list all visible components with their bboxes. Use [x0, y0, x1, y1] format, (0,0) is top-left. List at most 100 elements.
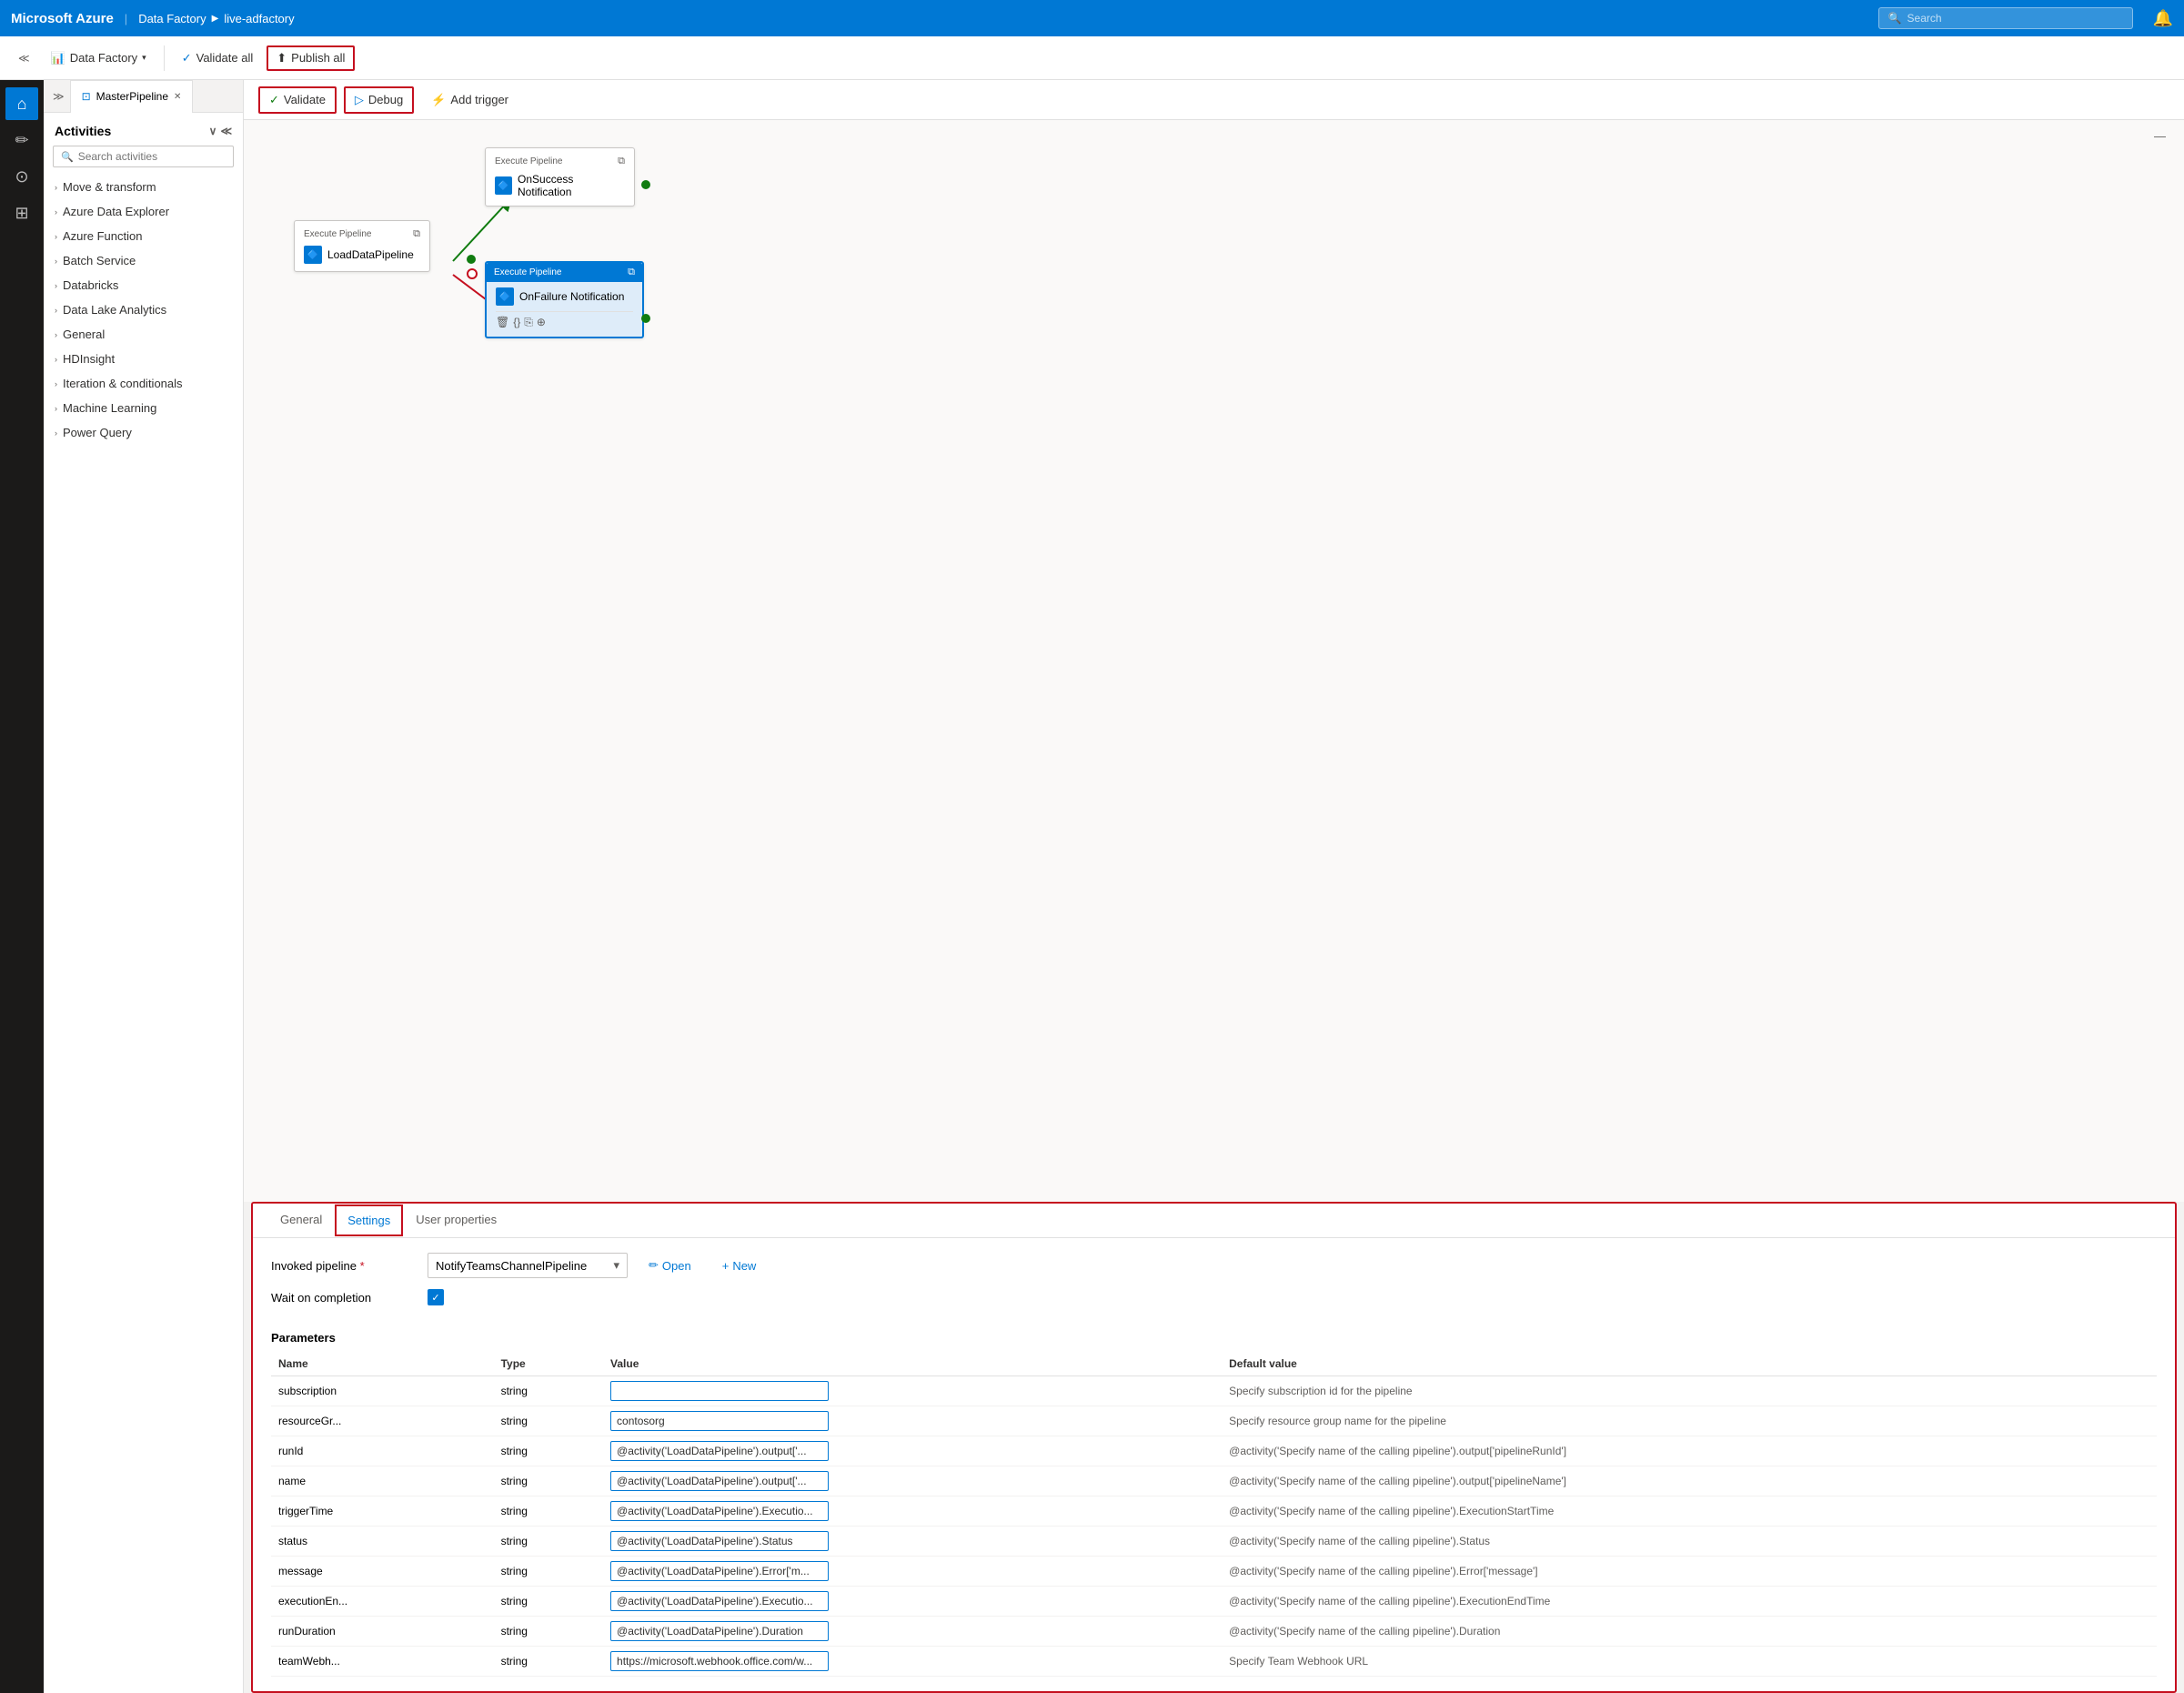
param-value-cell	[603, 1617, 1222, 1647]
param-value-input[interactable]	[610, 1381, 829, 1401]
param-value-cell	[603, 1376, 1222, 1406]
on-success-node[interactable]: Execute Pipeline ⧉ 🔷 OnSuccess Notificat…	[485, 147, 635, 207]
activity-group-azure-function[interactable]: ›Azure Function	[44, 224, 243, 248]
tab-user-properties[interactable]: User properties	[403, 1204, 509, 1237]
group-chevron-icon: ›	[55, 232, 57, 241]
activities-collapse2-icon[interactable]: ≪	[220, 125, 232, 137]
param-value-cell	[603, 1436, 1222, 1466]
bottom-panel: General Settings User properties Invoked…	[251, 1202, 2177, 1693]
validate-label: Validate	[284, 93, 326, 106]
param-default: Specify Team Webhook URL	[1222, 1647, 2157, 1677]
table-row: message string @activity('Specify name o…	[271, 1557, 2157, 1587]
add-trigger-button[interactable]: ⚡ Add trigger	[421, 87, 518, 113]
close-tab-icon[interactable]: ✕	[174, 92, 181, 102]
param-value-cell	[603, 1496, 1222, 1527]
global-search[interactable]: 🔍	[1878, 7, 2133, 29]
activity-group-move-&-transform[interactable]: ›Move & transform	[44, 175, 243, 199]
param-type: string	[494, 1436, 603, 1466]
group-chevron-icon: ›	[55, 207, 57, 217]
load-data-pipeline-node[interactable]: Execute Pipeline ⧉ 🔷 LoadDataPipeline	[294, 220, 430, 272]
param-value-input[interactable]	[610, 1501, 829, 1521]
data-factory-button[interactable]: 📊 Data Factory ▾	[41, 45, 156, 71]
activity-group-databricks[interactable]: ›Databricks	[44, 273, 243, 297]
col-type-header: Type	[494, 1352, 603, 1376]
sidebar-edit-icon[interactable]: ✏	[5, 124, 38, 156]
on-failure-node[interactable]: Execute Pipeline ⧉ 🔷 OnFailure Notificat…	[485, 261, 644, 338]
param-value-input[interactable]	[610, 1561, 829, 1581]
param-value-input[interactable]	[610, 1531, 829, 1551]
param-type: string	[494, 1406, 603, 1436]
node3-name: OnFailure Notification	[519, 290, 624, 303]
tab-user-properties-label: User properties	[416, 1213, 497, 1226]
param-name: runId	[271, 1436, 494, 1466]
group-label: Batch Service	[63, 254, 136, 267]
activities-search-input[interactable]	[78, 150, 226, 163]
node3-external-icon[interactable]: ⧉	[628, 267, 635, 278]
param-name: subscription	[271, 1376, 494, 1406]
activity-group-batch-service[interactable]: ›Batch Service	[44, 248, 243, 273]
activity-group-azure-data-explorer[interactable]: ›Azure Data Explorer	[44, 199, 243, 224]
wait-completion-checkbox[interactable]: ✓	[428, 1289, 444, 1305]
param-type: string	[494, 1587, 603, 1617]
param-value-cell	[603, 1587, 1222, 1617]
param-default: @activity('Specify name of the calling p…	[1222, 1527, 2157, 1557]
bottom-tabs: General Settings User properties	[253, 1204, 2175, 1238]
group-chevron-icon: ›	[55, 330, 57, 339]
invoked-pipeline-select[interactable]: NotifyTeamsChannelPipeline ▾	[428, 1253, 628, 1278]
param-value-input[interactable]	[610, 1591, 829, 1611]
chevron-down-icon: ▾	[613, 1258, 619, 1273]
sidebar-manage-icon[interactable]: ⊞	[5, 197, 38, 229]
new-label: New	[732, 1259, 756, 1273]
expand-tabs-icon[interactable]: ≫	[47, 90, 70, 103]
param-value-input[interactable]	[610, 1621, 829, 1641]
open-pipeline-button[interactable]: ✏ Open	[639, 1253, 701, 1278]
param-name: executionEn...	[271, 1587, 494, 1617]
node3-delete-icon[interactable]: 🗑	[496, 316, 509, 329]
table-row: triggerTime string @activity('Specify na…	[271, 1496, 2157, 1527]
sidebar-home-icon[interactable]: ⌂	[5, 87, 38, 120]
activity-group-machine-learning[interactable]: ›Machine Learning	[44, 396, 243, 420]
node1-header-label: Execute Pipeline	[304, 229, 372, 239]
sidebar-monitor-icon[interactable]: ⊙	[5, 160, 38, 193]
activity-group-power-query[interactable]: ›Power Query	[44, 420, 243, 445]
search-input[interactable]	[1907, 12, 2123, 25]
open-label: Open	[662, 1259, 691, 1273]
node3-add-icon[interactable]: ⊕	[537, 316, 546, 329]
node3-right-indicator	[641, 314, 650, 323]
validate-button[interactable]: ✓ Validate	[258, 86, 337, 114]
group-label: Machine Learning	[63, 401, 156, 415]
masterpipeline-tab[interactable]: ⊡ MasterPipeline ✕	[70, 80, 194, 113]
activities-search-box[interactable]: 🔍	[53, 146, 234, 167]
tab-general[interactable]: General	[267, 1204, 335, 1237]
node3-copy-icon[interactable]: ⎘	[524, 316, 533, 329]
param-default: @activity('Specify name of the calling p…	[1222, 1466, 2157, 1496]
publish-all-button[interactable]: ⬆ Publish all	[267, 45, 355, 71]
top-nav: Microsoft Azure | Data Factory ▶ live-ad…	[0, 0, 2184, 36]
new-pipeline-button[interactable]: + New	[712, 1254, 767, 1278]
collapse-sidebar-button[interactable]: ≪	[11, 47, 37, 69]
tab-settings[interactable]: Settings	[335, 1204, 403, 1236]
activity-group-iteration-&-conditionals[interactable]: ›Iteration & conditionals	[44, 371, 243, 396]
breadcrumb-factory[interactable]: Data Factory	[138, 12, 206, 25]
param-value-input[interactable]	[610, 1441, 829, 1461]
canvas-minimize-button[interactable]: —	[2154, 129, 2166, 143]
activities-collapse-icon[interactable]: ∨	[209, 125, 217, 137]
node2-external-icon[interactable]: ⧉	[618, 156, 625, 167]
param-value-input[interactable]	[610, 1651, 829, 1671]
validate-all-button[interactable]: ✓ Validate all	[172, 45, 264, 71]
param-value-input[interactable]	[610, 1411, 829, 1431]
validate-all-label: Validate all	[196, 51, 254, 65]
node1-external-icon[interactable]: ⧉	[413, 228, 420, 240]
param-value-input[interactable]	[610, 1471, 829, 1491]
debug-button[interactable]: ▷ Debug	[344, 86, 414, 114]
activity-group-hdinsight[interactable]: ›HDInsight	[44, 347, 243, 371]
wait-completion-row: Wait on completion ✓	[271, 1289, 2157, 1305]
group-label: Power Query	[63, 426, 132, 439]
activity-group-data-lake-analytics[interactable]: ›Data Lake Analytics	[44, 297, 243, 322]
notification-icon[interactable]: 🔔	[2153, 9, 2173, 28]
activity-group-general[interactable]: ›General	[44, 322, 243, 347]
table-row: name string @activity('Specify name of t…	[271, 1466, 2157, 1496]
node3-code-icon[interactable]: {}	[513, 316, 520, 329]
param-default: @activity('Specify name of the calling p…	[1222, 1617, 2157, 1647]
main-layout: ⌂ ✏ ⊙ ⊞ ≫ ⊡ MasterPipeline ✕ Activities …	[0, 80, 2184, 1693]
